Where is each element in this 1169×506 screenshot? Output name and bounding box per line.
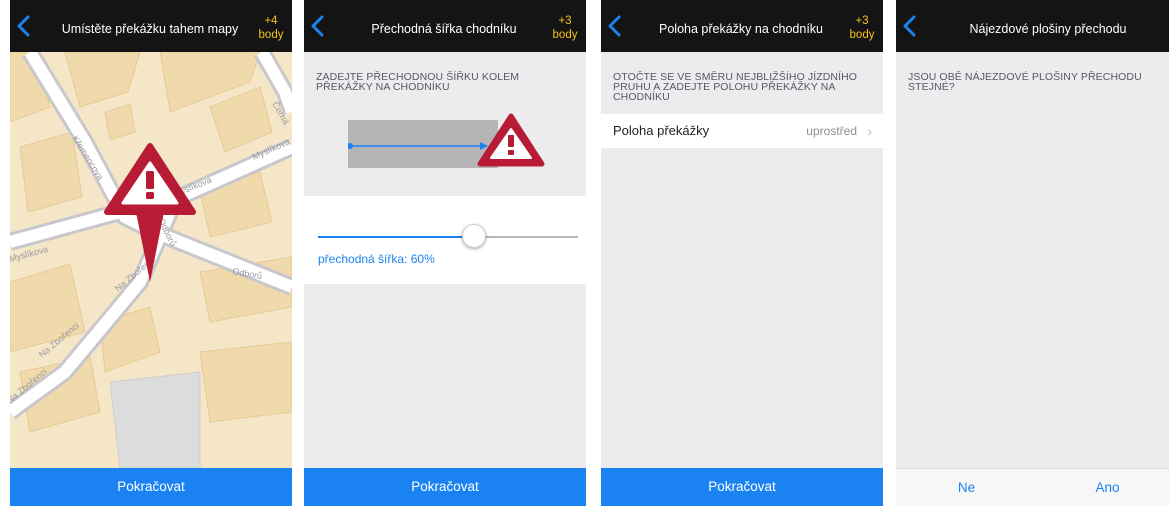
back-chevron-icon[interactable] [14,14,34,38]
back-chevron-icon[interactable] [605,14,625,38]
points-value: +3 [855,15,869,27]
screen-place-obstacle: Umístěte překážku tahem mapy +4 body Mys… [10,0,292,506]
map-view[interactable]: Myslíkova Křemencova Myslíkova Myslíkova… [10,52,292,468]
screen-transit-width: Přechodná šířka chodníku +3 body ZADEJTE… [304,0,586,506]
width-slider-thumb[interactable] [462,224,486,248]
continue-button[interactable]: Pokračovat [304,468,586,506]
top-bar: Umístěte překážku tahem mapy +4 body [10,0,292,52]
instruction-text: OTOČTE SE VE SMĚRU NEJBLIŽŠÍHO JÍZDNÍHO … [613,71,858,103]
points-value: +3 [558,15,572,27]
points-badge: +3 body [847,14,877,42]
points-badge: +3 body [550,14,580,42]
screen-obstacle-position: Poloha překážky na chodníku +3 body OTOČ… [601,0,883,506]
points-unit: body [849,29,875,41]
obstacle-position-row[interactable]: Poloha překážky uprostřed › [601,114,883,148]
question-text: JSOU OBĚ NÁJEZDOVÉ PLOŠINY PŘECHODU STEJ… [908,71,1142,93]
continue-button[interactable]: Pokračovat [601,468,883,506]
chevron-right-icon: › [867,124,872,139]
slider-panel [304,196,586,284]
points-badge: +4 body [256,14,286,42]
width-slider-fill [318,236,474,238]
row-value: uprostřed [806,124,857,138]
screen-ramps: Nájezdové plošiny přechodu JSOU OBĚ NÁJE… [896,0,1169,506]
row-label: Poloha překážky [613,123,710,138]
screen-title: Umístěte překážku tahem mapy [61,22,239,36]
points-value: +4 [264,15,278,27]
no-button[interactable]: Ne [896,469,1037,506]
points-unit: body [258,29,284,41]
top-bar: Přechodná šířka chodníku +3 body [304,0,586,52]
screen-title: Přechodná šířka chodníku [371,22,517,36]
screen-title: Poloha překážky na chodníku [659,22,823,36]
map-canvas[interactable]: Myslíkova Křemencova Myslíkova Myslíkova… [10,52,292,468]
top-bar: Poloha překážky na chodníku +3 body [601,0,883,52]
answer-bar: Ne Ano [896,468,1169,506]
sidewalk-width-illustration [348,113,545,168]
back-chevron-icon[interactable] [900,14,920,38]
instruction-text: ZADEJTE PŘECHODNOU ŠÍŘKU KOLEM PŘEKÁŽKY … [316,71,520,93]
back-chevron-icon[interactable] [308,14,328,38]
warning-pin-icon[interactable] [104,143,196,282]
yes-button[interactable]: Ano [1037,469,1169,506]
points-unit: body [552,29,578,41]
screen-title: Nájezdové plošiny přechodu [969,22,1127,36]
width-slider-label: přechodná šířka: 60% [318,252,435,266]
continue-button[interactable]: Pokračovat [10,468,292,506]
top-bar: Nájezdové plošiny přechodu [896,0,1169,52]
